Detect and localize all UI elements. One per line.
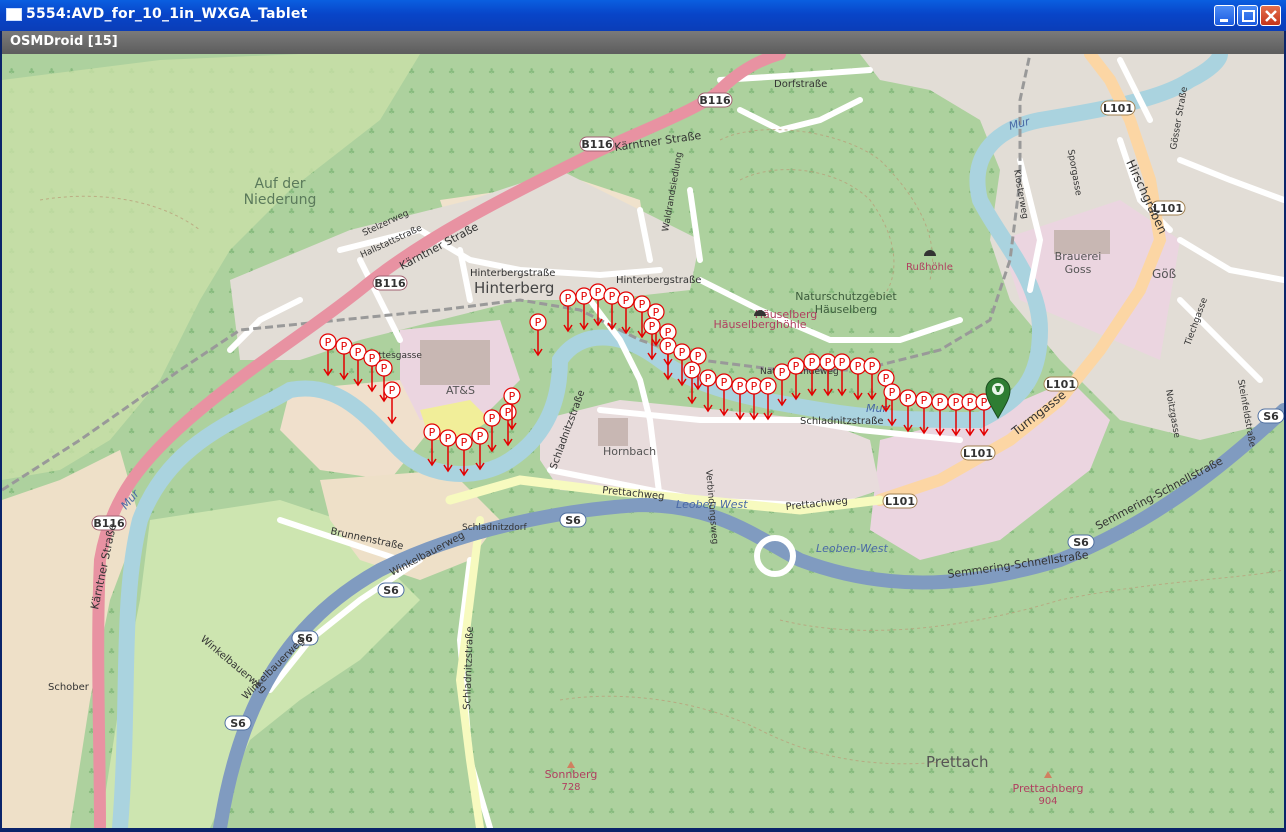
- maximize-button[interactable]: [1237, 5, 1258, 26]
- window-titlebar: 5554:AVD_for_10_1in_WXGA_Tablet: [0, 0, 1286, 31]
- parking-marker-letter: P: [839, 356, 846, 369]
- map-canvas[interactable]: ♣: [2, 54, 1284, 828]
- parking-marker-letter: P: [981, 396, 988, 409]
- maximize-icon: [1242, 10, 1255, 22]
- parking-marker-letter: P: [921, 394, 928, 407]
- label-goss-2: Göß: [1152, 267, 1177, 281]
- label-sonnberg-ele: 728: [561, 782, 580, 793]
- parking-marker-letter: P: [855, 360, 862, 373]
- label-naturschutzgebiet: Naturschutzgebiet: [795, 290, 897, 303]
- label-prettachberg-ele: 904: [1038, 796, 1057, 807]
- shield-s6-d: S6: [230, 717, 246, 730]
- parking-marker-letter: P: [665, 326, 672, 339]
- parking-marker-letter: P: [905, 392, 912, 405]
- label-prettachberg: Prettachberg: [1013, 782, 1084, 795]
- minimize-button[interactable]: [1214, 5, 1235, 26]
- label-hornbach: Hornbach: [603, 445, 656, 458]
- label-prettach: Prettach: [926, 753, 989, 771]
- parking-marker-letter: P: [325, 336, 332, 349]
- app-title-bar: OSMDroid [15]: [2, 31, 1284, 54]
- parking-marker-letter: P: [609, 290, 616, 303]
- parking-marker-letter: P: [967, 396, 974, 409]
- parking-marker-letter: P: [649, 320, 656, 333]
- parking-marker-letter: P: [389, 384, 396, 397]
- parking-marker-letter: P: [477, 430, 484, 443]
- parking-marker-letter: P: [765, 380, 772, 393]
- label-hinterbergstrasse-b: Hinterbergstraße: [616, 275, 701, 286]
- label-goss: Goss: [1065, 263, 1092, 276]
- parking-marker-letter: P: [653, 306, 660, 319]
- parking-marker-letter: P: [751, 380, 758, 393]
- shield-s6-b: S6: [383, 584, 399, 597]
- label-brauerei: Brauerei: [1055, 250, 1102, 263]
- parking-marker-letter: P: [461, 436, 468, 449]
- label-hinterberg: Hinterberg: [474, 279, 554, 297]
- building-hornbach: [598, 418, 628, 446]
- map-view[interactable]: ♣: [2, 54, 1284, 828]
- building-ats: [420, 340, 490, 385]
- label-hinterbergstrasse-a: Hinterbergstraße: [470, 268, 555, 279]
- label-russhoehle: Rußhöhle: [906, 262, 953, 273]
- parking-marker-letter: P: [581, 290, 588, 303]
- window-title: 5554:AVD_for_10_1in_WXGA_Tablet: [26, 6, 308, 22]
- shield-l101-d: L101: [963, 447, 993, 460]
- parking-marker-letter: P: [489, 412, 496, 425]
- parking-marker-letter: P: [565, 292, 572, 305]
- close-icon: [1265, 10, 1277, 22]
- parking-marker-letter: P: [509, 390, 516, 403]
- parking-marker-letter: P: [639, 298, 646, 311]
- parking-marker-letter: P: [355, 346, 362, 359]
- app-title: OSMDroid [15]: [10, 34, 118, 49]
- parking-marker-letter: P: [689, 364, 696, 377]
- minimize-icon: [1220, 19, 1228, 22]
- parking-marker-letter: P: [825, 356, 832, 369]
- label-schober: Schober: [48, 682, 90, 693]
- parking-marker-letter: P: [809, 356, 816, 369]
- parking-marker-letter: P: [721, 376, 728, 389]
- parking-marker-letter: P: [505, 406, 512, 419]
- label-schladnitzstrasse-a: Schladnitzstraße: [800, 416, 884, 427]
- label-niederung: Niederung: [244, 192, 317, 208]
- label-leoben-west-b: Leoben-West: [816, 542, 888, 555]
- label-dorfstrasse: Dorfstraße: [774, 79, 827, 90]
- parking-marker-letter: P: [665, 340, 672, 353]
- shield-s6-a: S6: [565, 514, 581, 527]
- close-button[interactable]: [1260, 5, 1281, 26]
- parking-marker-letter: P: [369, 352, 376, 365]
- parking-marker-letter: P: [623, 294, 630, 307]
- parking-marker-letter: P: [889, 386, 896, 399]
- app-window-icon: [6, 8, 22, 21]
- parking-marker-letter: P: [779, 366, 786, 379]
- parking-marker-letter: P: [705, 372, 712, 385]
- parking-marker-letter: P: [793, 360, 800, 373]
- parking-marker-letter: P: [381, 362, 388, 375]
- parking-marker-letter: P: [937, 396, 944, 409]
- shield-b116-a: B116: [699, 94, 731, 107]
- shield-s6-f: S6: [1263, 410, 1279, 423]
- label-hauselberg: Häuselberg: [815, 303, 878, 316]
- parking-marker-letter: P: [869, 360, 876, 373]
- parking-marker-letter: P: [595, 286, 602, 299]
- parking-marker-letter: P: [883, 372, 890, 385]
- shield-l101-a: L101: [1103, 102, 1133, 115]
- shield-b116-b: B116: [581, 138, 613, 151]
- shield-b116-c: B116: [374, 277, 406, 290]
- parking-marker-letter: P: [737, 380, 744, 393]
- parking-marker-letter: P: [695, 350, 702, 363]
- label-hauselberghoehle: Häuselberghöhle: [713, 318, 806, 331]
- parking-marker-letter: P: [429, 426, 436, 439]
- label-sonnberg: Sonnberg: [545, 768, 598, 781]
- parking-marker-letter: P: [679, 346, 686, 359]
- parking-marker-letter: P: [445, 432, 452, 445]
- parking-marker-letter: P: [341, 340, 348, 353]
- shield-l101-e: L101: [885, 495, 915, 508]
- parking-marker-letter: P: [953, 396, 960, 409]
- label-ats: AT&S: [446, 384, 475, 397]
- label-schladnitzdorf: Schladnitzdorf: [462, 523, 527, 533]
- shield-s6-e: S6: [1073, 536, 1089, 549]
- parking-marker-letter: P: [535, 316, 542, 329]
- label-auf-der: Auf der: [254, 176, 305, 192]
